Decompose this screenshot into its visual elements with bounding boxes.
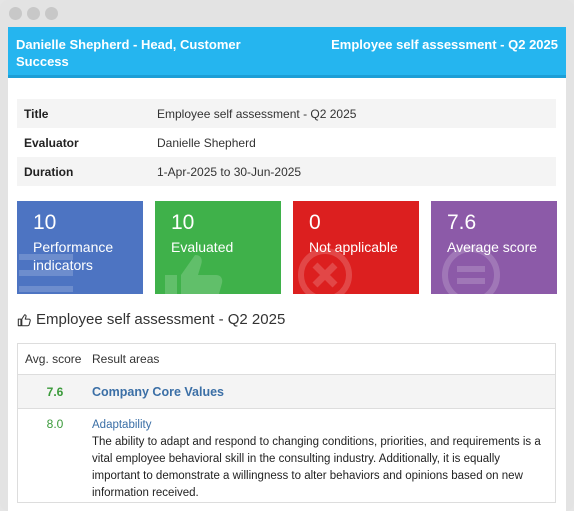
info-row-evaluator: Evaluator Danielle Shepherd xyxy=(17,128,556,157)
info-row-duration: Duration 1-Apr-2025 to 30-Jun-2025 xyxy=(17,157,556,186)
tile-performance-indicators[interactable]: 10 Performance indicators xyxy=(17,201,143,294)
assessment-title: Employee self assessment - Q2 2025 xyxy=(331,37,558,52)
item-score: 8.0 xyxy=(46,417,64,431)
tile-not-applicable[interactable]: 0 Not applicable xyxy=(293,201,419,294)
page-header: Danielle Shepherd - Head, Customer Succe… xyxy=(8,27,566,78)
thumbs-up-icon xyxy=(17,313,31,326)
header-result-areas: Result areas xyxy=(92,352,160,366)
group-name-link[interactable]: Company Core Values xyxy=(92,385,224,399)
item-description: The ability to adapt and respond to chan… xyxy=(92,436,541,499)
tile-evaluated[interactable]: 10 Evaluated xyxy=(155,201,281,294)
tile-label: Average score xyxy=(447,239,538,255)
summary-tiles: 10 Performance indicators 10 Evaluated 0… xyxy=(17,201,557,294)
item-content: Adaptability The ability to adapt and re… xyxy=(92,417,548,502)
tile-value: 0 xyxy=(309,211,321,234)
table-group-row: 7.6 Company Core Values xyxy=(18,375,555,409)
info-label: Duration xyxy=(24,164,74,179)
item-name-link[interactable]: Adaptability xyxy=(92,417,548,434)
section-heading: Employee self assessment - Q2 2025 xyxy=(17,311,285,328)
window-close-button[interactable] xyxy=(9,7,22,20)
section-title-text: Employee self assessment - Q2 2025 xyxy=(36,311,286,328)
window-titlebar xyxy=(0,0,574,27)
tile-average-score[interactable]: 7.6 Average score xyxy=(431,201,557,294)
browser-window: Danielle Shepherd - Head, Customer Succe… xyxy=(0,0,574,511)
info-label: Title xyxy=(24,106,49,121)
table-header: Avg. score Result areas xyxy=(18,344,555,375)
tile-value: 10 xyxy=(33,211,57,234)
window-maximize-button[interactable] xyxy=(45,7,58,20)
info-value: Employee self assessment - Q2 2025 xyxy=(157,106,357,121)
info-label: Evaluator xyxy=(24,135,79,150)
employee-name-title: Danielle Shepherd - Head, Customer Succe… xyxy=(16,37,241,69)
tile-value: 10 xyxy=(171,211,195,234)
assessment-info-table: Title Employee self assessment - Q2 2025… xyxy=(17,99,556,186)
header-avg-score: Avg. score xyxy=(25,352,82,366)
table-row: 8.0 Adaptability The ability to adapt an… xyxy=(18,409,555,502)
tile-label: Performance indicators xyxy=(33,239,114,273)
info-value: Danielle Shepherd xyxy=(157,135,256,150)
result-areas-table: Avg. score Result areas 7.6 Company Core… xyxy=(17,343,556,503)
window-minimize-button[interactable] xyxy=(27,7,40,20)
info-value: 1-Apr-2025 to 30-Jun-2025 xyxy=(157,164,302,179)
info-row-title: Title Employee self assessment - Q2 2025 xyxy=(17,99,556,128)
tile-label: Not applicable xyxy=(309,239,398,255)
tile-label: Evaluated xyxy=(171,239,234,255)
page-content: Danielle Shepherd - Head, Customer Succe… xyxy=(8,27,566,511)
tile-value: 7.6 xyxy=(447,211,477,234)
group-score: 7.6 xyxy=(46,384,64,399)
